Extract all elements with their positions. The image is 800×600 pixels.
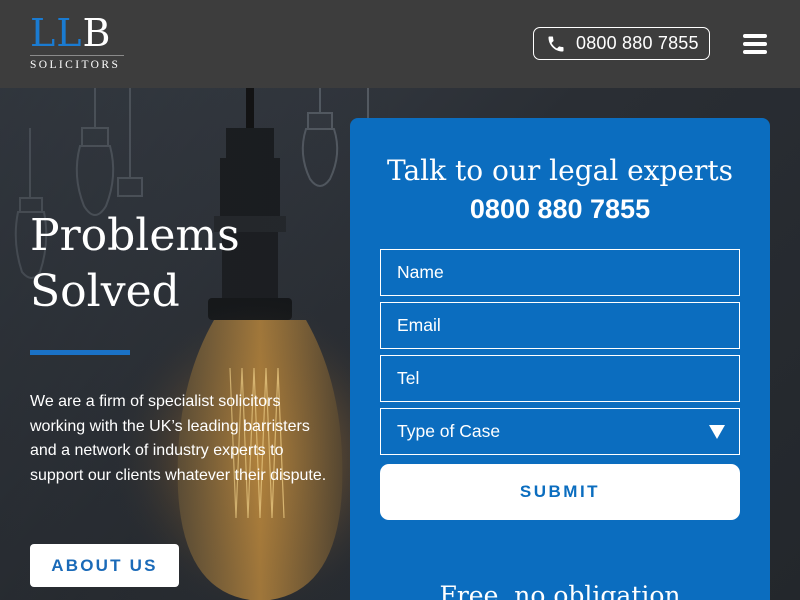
tel-placeholder: Tel xyxy=(397,368,420,388)
case-type-select[interactable]: Type of Case xyxy=(380,408,740,455)
header-phone-button[interactable]: 0800 880 7855 xyxy=(533,27,710,60)
contact-form-panel: Talk to our legal experts 0800 880 7855 … xyxy=(350,118,770,600)
name-field[interactable]: Name xyxy=(380,249,740,296)
site-header: LLB SOLICITORS 0800 880 7855 xyxy=(0,0,800,88)
hero-accent-rule xyxy=(30,350,130,355)
phone-icon xyxy=(548,36,564,51)
llb-logo[interactable]: LLB SOLICITORS xyxy=(30,14,126,71)
header-phone-number: 0800 880 7855 xyxy=(576,33,699,53)
form-title: Talk to our legal experts xyxy=(386,154,734,187)
caret-down-icon xyxy=(709,425,725,439)
submit-button[interactable]: SUBMIT xyxy=(380,464,740,520)
form-footer-text: Free, no obligation xyxy=(439,581,681,600)
email-placeholder: Email xyxy=(397,315,441,335)
hero-description: We are a firm of specialist solicitors w… xyxy=(30,393,327,484)
tel-field[interactable]: Tel xyxy=(380,355,740,402)
hamburger-menu-icon[interactable] xyxy=(743,34,767,54)
logo-mark: LLB xyxy=(30,11,112,55)
about-us-button[interactable]: ABOUT US xyxy=(30,544,179,587)
form-phone-number[interactable]: 0800 880 7855 xyxy=(350,194,770,225)
logo-subtitle: SOLICITORS xyxy=(30,55,124,71)
case-type-value: Type of Case xyxy=(397,421,501,441)
email-field[interactable]: Email xyxy=(380,302,740,349)
name-placeholder: Name xyxy=(397,262,444,282)
hero-title: Problems Solved xyxy=(30,210,240,317)
